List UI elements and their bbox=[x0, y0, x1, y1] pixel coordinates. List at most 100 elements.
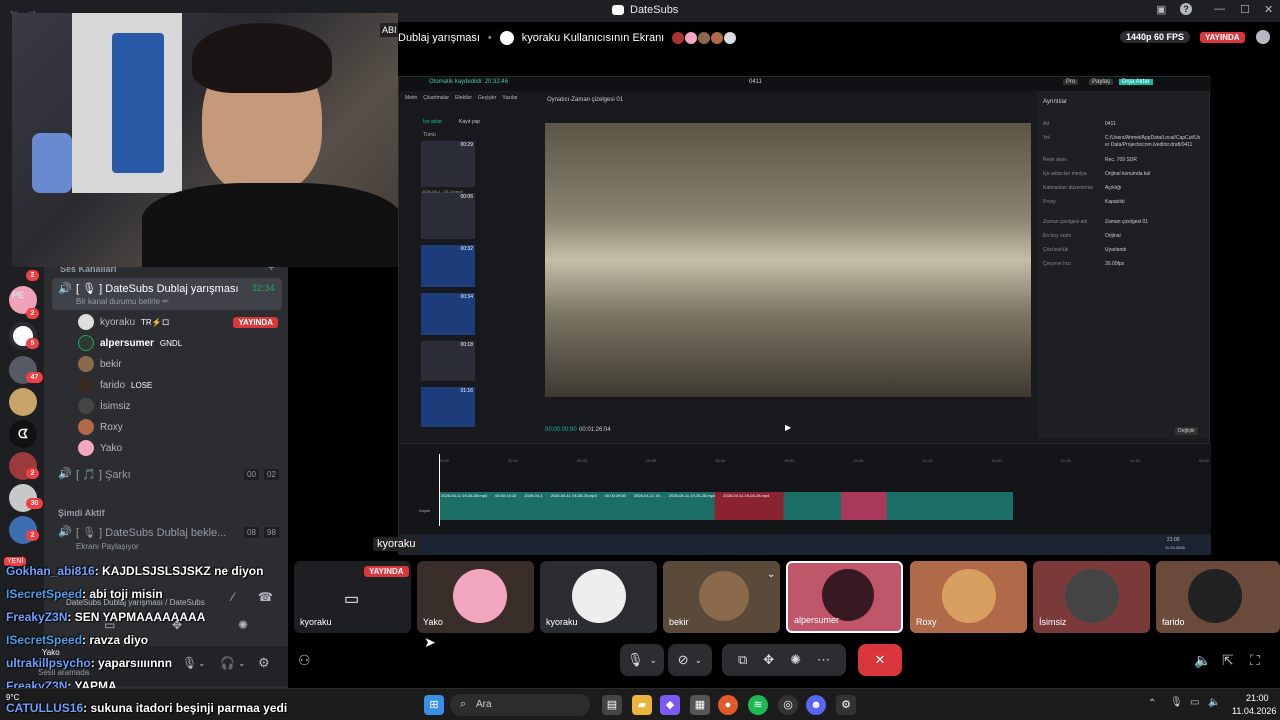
voice-member[interactable]: farido LOSE bbox=[78, 377, 152, 393]
voice-member[interactable]: kyoraku TR⚡ロ YAYINDA bbox=[78, 314, 278, 330]
more-icon[interactable]: ⋯ bbox=[817, 652, 830, 668]
participant-tile[interactable]: kyoraku bbox=[540, 561, 657, 633]
music-channel[interactable]: 🔊 [ 🎵 ] Şarkı 00 02 bbox=[52, 464, 282, 486]
participant-tile[interactable]: İsimsiz bbox=[1033, 561, 1150, 633]
server-label-pe[interactable]: PE bbox=[12, 290, 24, 300]
participant-tile[interactable]: alpersumer bbox=[786, 561, 903, 633]
disconnect-icon[interactable]: ☎ bbox=[258, 590, 273, 604]
participant-tile[interactable]: YAYINDA ▭ kyoraku bbox=[294, 561, 411, 633]
volume-icon[interactable]: 🔈 bbox=[1208, 697, 1220, 708]
tab-stickers[interactable]: Çıkartmalar bbox=[423, 95, 449, 101]
mic-icon[interactable]: 🎙 bbox=[182, 656, 197, 670]
media-item[interactable]: 00:32 bbox=[421, 245, 475, 287]
participant-name: alpersumer bbox=[794, 615, 840, 625]
settings-icon[interactable]: ⚙ bbox=[836, 695, 856, 715]
media-item[interactable]: 00:34 bbox=[421, 293, 475, 335]
export-button[interactable]: Dışa Aktar bbox=[1119, 79, 1153, 85]
screen-share-icon[interactable]: ⧉ bbox=[738, 652, 747, 668]
chevron-down-icon[interactable]: ⌄ bbox=[238, 658, 246, 669]
search-placeholder: Ara bbox=[476, 699, 492, 710]
modify-button[interactable]: Değiştir bbox=[1175, 427, 1198, 435]
pro-button[interactable]: Pro bbox=[1063, 79, 1079, 85]
playhead[interactable] bbox=[439, 454, 440, 526]
server-icon[interactable] bbox=[9, 388, 37, 416]
media-item[interactable]: 00:18 bbox=[421, 341, 475, 381]
mic-button[interactable]: 🎙 ⌄ bbox=[620, 644, 664, 676]
gear-icon[interactable]: ⚙ bbox=[258, 655, 270, 671]
media-item[interactable]: 01:16 bbox=[421, 387, 475, 427]
headphones-icon[interactable]: 🎧 bbox=[220, 656, 235, 670]
avatar bbox=[78, 377, 94, 393]
voice-member[interactable]: Roxy bbox=[78, 419, 123, 435]
participant-tile[interactable]: Yako bbox=[417, 561, 534, 633]
chevron-down-icon[interactable]: ⌄ bbox=[767, 569, 775, 580]
task-view-icon[interactable]: ▤ bbox=[602, 695, 622, 715]
steam-icon[interactable]: ◎ bbox=[778, 695, 798, 715]
add-people-icon[interactable]: ⚇ bbox=[298, 652, 311, 669]
share-button[interactable]: Paylaş bbox=[1089, 79, 1114, 85]
fullscreen-icon[interactable]: ⛶ bbox=[1250, 652, 1260, 669]
spotify-icon[interactable]: ≋ bbox=[748, 695, 768, 715]
voice-member[interactable]: alpersumer GNDL bbox=[78, 335, 182, 351]
cover-label[interactable]: Kapak bbox=[419, 508, 430, 513]
firefox-icon[interactable]: ● bbox=[718, 695, 738, 715]
media-item[interactable]: 00:06 bbox=[421, 193, 475, 239]
chat-bubble-icon[interactable] bbox=[1256, 30, 1270, 44]
tab-text[interactable]: Metin bbox=[405, 95, 417, 101]
mic-icon[interactable]: 🎙 bbox=[1170, 697, 1183, 708]
clock-date[interactable]: 11.04.2026 bbox=[1232, 706, 1276, 716]
voice-member[interactable]: bekir bbox=[78, 356, 122, 372]
noise-suppression-icon[interactable]: ⁄ bbox=[232, 590, 234, 604]
participant-tile[interactable]: bekir ⌄ bbox=[663, 561, 780, 633]
channel-status[interactable]: Bir kanal durumu belirle ✏ bbox=[76, 297, 169, 306]
voice-member[interactable]: Yako bbox=[78, 440, 122, 456]
volume-icon[interactable]: 🔈 bbox=[1194, 652, 1211, 669]
search-box[interactable]: ⌕ Ara bbox=[450, 694, 590, 716]
media-item[interactable]: 00:29 2026-04-1...23-15.mp4 bbox=[421, 141, 475, 194]
detail-key: Çözünürlük bbox=[1043, 247, 1069, 253]
copilot-icon[interactable]: ◆ bbox=[660, 695, 680, 715]
play-icon[interactable]: ▶ bbox=[785, 423, 791, 432]
soundboard-icon[interactable]: ✺ bbox=[238, 618, 248, 632]
tab-effects[interactable]: Efektler bbox=[455, 95, 472, 101]
search-icon: ⌕ bbox=[460, 698, 467, 710]
network-icon[interactable]: ▭ bbox=[1190, 697, 1199, 708]
minimize-icon[interactable]: — bbox=[1214, 3, 1225, 15]
active-now-channel[interactable]: 🔊 [ 🎙 ] DateSubs Dublaj bekle... 08 98 E… bbox=[52, 522, 282, 552]
filter-all[interactable]: Tümü bbox=[423, 132, 436, 138]
tab-captions[interactable]: Yazılar bbox=[502, 95, 517, 101]
avatar bbox=[78, 335, 94, 351]
tab-transitions[interactable]: Geçişler bbox=[478, 95, 496, 101]
help-icon[interactable]: ? bbox=[1180, 3, 1192, 15]
file-explorer-icon[interactable]: ▰ bbox=[632, 695, 652, 715]
close-icon[interactable]: ✕ bbox=[1264, 3, 1273, 16]
participant-tile[interactable]: farido bbox=[1156, 561, 1280, 633]
details-list: Ad 0411 Yol C:/Users/Ahmet/AppData/Local/C… bbox=[1043, 117, 1203, 271]
tick: 00:10 bbox=[508, 458, 519, 463]
voice-member[interactable]: İsimsiz bbox=[78, 398, 131, 414]
active-voice-channel[interactable]: 🔊 [ 🎙 ] DateSubs Dublaj yarışması 32:34 … bbox=[52, 278, 282, 310]
activities-icon[interactable]: ✥ bbox=[763, 652, 774, 668]
participant-tile[interactable]: Roxy bbox=[910, 561, 1027, 633]
avatar bbox=[942, 569, 996, 623]
server-icon[interactable]: ᗧ bbox=[9, 420, 37, 448]
detail-key: En boy oranı bbox=[1043, 233, 1072, 239]
store-icon[interactable]: ▦ bbox=[690, 695, 710, 715]
chevron-down-icon[interactable]: ⌄ bbox=[198, 658, 206, 669]
discord-icon[interactable]: ☻ bbox=[806, 695, 826, 715]
maximize-icon[interactable]: ☐ bbox=[1240, 3, 1250, 16]
details-panel: Ayrıntılar Ad 0411 Yol C:/Users/Ahmet/AppD… bbox=[1037, 91, 1209, 439]
import-button[interactable]: İçe aktar bbox=[423, 119, 442, 125]
popout-icon[interactable]: ⇱ bbox=[1222, 652, 1234, 669]
start-button[interactable]: ⊞ bbox=[424, 695, 444, 715]
media-duration: 00:06 bbox=[460, 194, 473, 200]
record-button[interactable]: Kayıt yap bbox=[459, 119, 480, 125]
discord-icon bbox=[612, 5, 624, 15]
soundboard-icon[interactable]: ✺ bbox=[790, 652, 801, 668]
inbox-icon[interactable]: ▣ bbox=[1156, 3, 1166, 16]
chevron-up-icon[interactable]: ⌃ bbox=[1148, 698, 1156, 709]
leave-call-button[interactable]: ✕ bbox=[858, 644, 902, 676]
clock-time[interactable]: 21:00 bbox=[1246, 693, 1269, 703]
camera-button[interactable]: ⊘ ⌄ bbox=[668, 644, 712, 676]
app-title: DateSubs bbox=[612, 4, 678, 16]
